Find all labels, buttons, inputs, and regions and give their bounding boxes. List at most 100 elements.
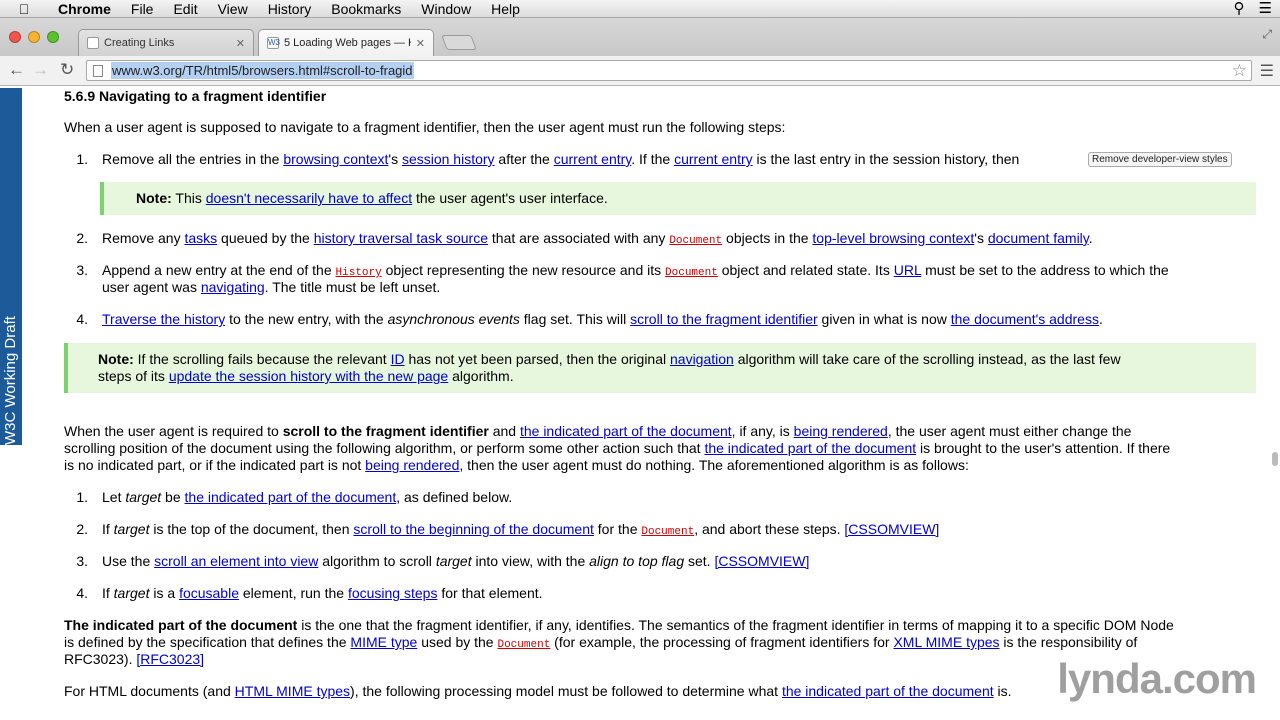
hamburger-menu-icon[interactable]: ☰ xyxy=(1260,61,1274,81)
window-controls xyxy=(9,31,59,43)
fullscreen-icon[interactable]: ⤢ xyxy=(1262,27,1272,42)
spotlight-icon[interactable]: ⚲ xyxy=(1234,0,1245,18)
close-tab-icon[interactable]: ✕ xyxy=(236,37,245,50)
link-tasks[interactable]: tasks xyxy=(184,230,217,246)
tab-creating-links[interactable]: Creating Links ✕ xyxy=(78,29,254,56)
bookmark-star-icon[interactable]: ☆ xyxy=(1232,61,1247,80)
menu-bar:  Chrome File Edit View History Bookmark… xyxy=(0,0,1280,18)
link-document-code[interactable]: Document xyxy=(665,267,718,279)
menu-edit[interactable]: Edit xyxy=(163,0,207,18)
link-doesnt-affect[interactable]: doesn't necessarily have to affect xyxy=(206,190,412,206)
tab-title: Creating Links xyxy=(104,37,175,49)
section-heading: 5.6.9 Navigating to a fragment identifie… xyxy=(64,88,327,104)
badge-label: W3C Working Draft xyxy=(2,316,19,445)
zoom-window-button[interactable] xyxy=(47,31,59,43)
algo-step-4: If target is a focusable element, run th… xyxy=(102,585,543,601)
link-update-session-history[interactable]: update the session history with the new … xyxy=(169,368,448,384)
list-number: 3. xyxy=(76,262,88,278)
link-being-rendered[interactable]: being rendered xyxy=(365,457,459,473)
url-text[interactable]: www.w3.org/TR/html5/browsers.html#scroll… xyxy=(111,62,414,79)
paragraph-line: The indicated part of the document is th… xyxy=(64,617,1174,633)
menu-help[interactable]: Help xyxy=(481,0,530,18)
note-2-text: Note: If the scrolling fails because the… xyxy=(98,351,1121,367)
paragraph-line: For HTML documents (and HTML MIME types)… xyxy=(64,683,1012,699)
link-indicated-part[interactable]: the indicated part of the document xyxy=(704,440,916,456)
link-top-level-browsing-context[interactable]: top-level browsing context xyxy=(812,230,974,246)
link-scroll-to-fragment[interactable]: scroll to the fragment identifier xyxy=(630,311,818,327)
link-document-code[interactable]: Document xyxy=(641,526,694,538)
apple-icon[interactable]:  xyxy=(0,1,48,17)
lynda-watermark: lynda.com xyxy=(1057,655,1257,702)
link-indicated-part[interactable]: the indicated part of the document xyxy=(185,489,397,505)
link-navigating[interactable]: navigating xyxy=(201,279,265,295)
link-scroll-to-beginning[interactable]: scroll to the beginning of the document xyxy=(353,521,594,537)
list-item: 1. xyxy=(76,151,88,167)
scrollbar-thumb[interactable] xyxy=(1272,452,1278,466)
remove-developer-view-button[interactable]: Remove developer-view styles xyxy=(1088,152,1232,167)
menu-bookmarks[interactable]: Bookmarks xyxy=(321,0,411,18)
link-id[interactable]: ID xyxy=(391,351,405,367)
paragraph-line: is no indicated part, or if the indicate… xyxy=(64,457,969,473)
menu-view[interactable]: View xyxy=(208,0,258,18)
link-navigation[interactable]: navigation xyxy=(670,351,734,367)
note-2-text-cont: steps of its update the session history … xyxy=(98,368,514,384)
intro-paragraph: When a user agent is supposed to navigat… xyxy=(64,119,786,135)
algo-step-3: Use the scroll an element into view algo… xyxy=(102,553,810,569)
link-current-entry[interactable]: current entry xyxy=(674,151,753,167)
tab-loading-web-pages[interactable]: W3 5 Loading Web pages — H ✕ xyxy=(258,29,434,56)
paragraph-line: scrolling position of the document using… xyxy=(64,440,1171,456)
algo-step-1: Let target be the indicated part of the … xyxy=(102,489,513,505)
tab-strip: Creating Links ✕ W3 5 Loading Web pages … xyxy=(0,18,1280,56)
link-session-history[interactable]: session history xyxy=(402,151,495,167)
note-1-text: Note: This doesn't necessarily have to a… xyxy=(136,190,608,206)
page-icon xyxy=(93,65,103,77)
link-rfc3023[interactable]: [RFC3023] xyxy=(136,651,204,667)
close-window-button[interactable] xyxy=(9,31,21,43)
step-3-text-cont: user agent was navigating. The title mus… xyxy=(102,279,441,295)
notification-list-icon[interactable]: ☰ xyxy=(1259,0,1272,18)
step-4-text: Traverse the history to the new entry, w… xyxy=(102,311,1103,327)
link-document-code[interactable]: Document xyxy=(497,639,550,651)
link-being-rendered[interactable]: being rendered xyxy=(794,423,888,439)
link-traverse-history[interactable]: Traverse the history xyxy=(102,311,225,327)
link-mime-type[interactable]: MIME type xyxy=(350,634,417,650)
link-cssomview[interactable]: [CSSOMVIEW] xyxy=(714,553,809,569)
link-history-code[interactable]: History xyxy=(336,267,382,279)
link-document-family[interactable]: document family xyxy=(988,230,1089,246)
link-documents-address[interactable]: the document's address xyxy=(951,311,1099,327)
menu-file[interactable]: File xyxy=(121,0,164,18)
list-number: 4. xyxy=(76,585,88,601)
link-cssomview[interactable]: [CSSOMVIEW] xyxy=(844,521,939,537)
link-html-mime-types[interactable]: HTML MIME types xyxy=(235,683,350,699)
reload-icon[interactable]: ↻ xyxy=(60,60,74,80)
close-tab-icon[interactable]: ✕ xyxy=(416,37,425,50)
menu-app[interactable]: Chrome xyxy=(48,0,121,18)
link-focusable[interactable]: focusable xyxy=(179,585,239,601)
back-arrow-icon[interactable]: ← xyxy=(8,60,25,80)
forward-arrow-icon[interactable]: → xyxy=(32,60,49,80)
page-icon xyxy=(87,37,99,49)
link-scroll-into-view[interactable]: scroll an element into view xyxy=(154,553,318,569)
link-history-traversal[interactable]: history traversal task source xyxy=(314,230,488,246)
minimize-window-button[interactable] xyxy=(28,31,40,43)
paragraph-line: is defined by the specification that def… xyxy=(64,634,1138,651)
list-number: 2. xyxy=(76,230,88,246)
new-tab-button[interactable] xyxy=(441,35,477,50)
menu-history[interactable]: History xyxy=(258,0,322,18)
link-url[interactable]: URL xyxy=(894,262,922,278)
link-browsing-context[interactable]: browsing context xyxy=(283,151,388,167)
link-focusing-steps[interactable]: focusing steps xyxy=(348,585,438,601)
tab-title: 5 Loading Web pages — H xyxy=(284,37,411,49)
browser-toolbar: ← → ↻ www.w3.org/TR/html5/browsers.html#… xyxy=(0,56,1280,86)
menu-window[interactable]: Window xyxy=(411,0,481,18)
link-xml-mime-types[interactable]: XML MIME types xyxy=(893,634,999,650)
link-indicated-part[interactable]: the indicated part of the document xyxy=(520,423,732,439)
link-current-entry[interactable]: current entry xyxy=(554,151,632,167)
step-2-text: Remove any tasks queued by the history t… xyxy=(102,230,1093,247)
w3c-working-draft-badge[interactable]: W3C Working Draft xyxy=(0,88,22,445)
list-number: 3. xyxy=(76,553,88,569)
paragraph-line: RFC3023). [RFC3023] xyxy=(64,651,205,667)
link-indicated-part[interactable]: the indicated part of the document xyxy=(782,683,994,699)
address-bar[interactable]: www.w3.org/TR/html5/browsers.html#scroll… xyxy=(86,60,1252,81)
link-document-code[interactable]: Document xyxy=(669,235,722,247)
